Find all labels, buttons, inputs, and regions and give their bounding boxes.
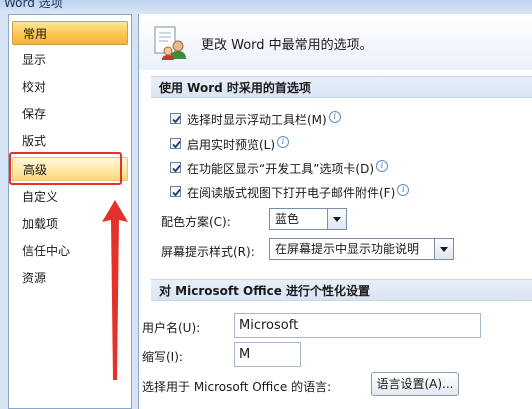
sidebar-item-common[interactable]: 常用 bbox=[12, 21, 128, 45]
window-title: Word 选项 bbox=[4, 0, 63, 10]
screentip-style-label: 屏幕提示样式(R): bbox=[161, 245, 255, 259]
initials-field[interactable]: M bbox=[234, 342, 301, 367]
annotation-highlight-box bbox=[9, 152, 122, 185]
username-label: 用户名(U): bbox=[142, 321, 201, 335]
option-developer-tab-label: 在功能区显示“开发工具”选项卡(D) bbox=[187, 162, 375, 176]
panel-header-text: 更改 Word 中最常用的选项。 bbox=[201, 38, 373, 53]
sidebar-item-display[interactable]: 显示 bbox=[12, 48, 128, 72]
info-icon: i bbox=[376, 160, 389, 172]
checkbox-live-preview[interactable] bbox=[170, 138, 181, 149]
option-live-preview[interactable]: 启用实时预览(L) i bbox=[170, 136, 290, 152]
option-email-attachments[interactable]: 在阅读版式视图下打开电子邮件附件(F) i bbox=[170, 184, 410, 200]
option-floating-toolbar-label: 选择时显示浮动工具栏(M) bbox=[187, 113, 327, 127]
language-label: 选择用于 Microsoft Office 的语言: bbox=[142, 380, 332, 394]
color-scheme-label: 配色方案(C): bbox=[161, 215, 231, 229]
language-settings-button[interactable]: 语言设置(A)... bbox=[371, 372, 459, 396]
checkbox-developer-tab[interactable] bbox=[170, 162, 181, 173]
section-header-personalize: 对 Microsoft Office 进行个性化设置 bbox=[151, 279, 532, 301]
options-main-panel: 更改 Word 中最常用的选项。 使用 Word 时采用的首选项 选择时显示浮动… bbox=[138, 14, 532, 409]
section-header-preferences: 使用 Word 时采用的首选项 bbox=[151, 76, 532, 98]
screentip-style-select[interactable]: 在屏幕提示中显示功能说明 bbox=[269, 238, 454, 260]
color-scheme-select[interactable]: 蓝色 bbox=[269, 208, 347, 230]
initials-label: 缩写(I): bbox=[142, 350, 183, 364]
chevron-down-icon[interactable] bbox=[434, 239, 453, 259]
sidebar-item-layout[interactable]: 版式 bbox=[12, 129, 128, 153]
info-icon: i bbox=[277, 136, 290, 148]
color-scheme-value: 蓝色 bbox=[275, 212, 300, 226]
checkbox-email-attachments[interactable] bbox=[170, 186, 181, 197]
option-floating-toolbar[interactable]: 选择时显示浮动工具栏(M) i bbox=[170, 111, 341, 127]
username-field[interactable]: Microsoft bbox=[234, 313, 481, 338]
panel-header: 更改 Word 中最常用的选项。 bbox=[139, 14, 532, 70]
info-icon: i bbox=[328, 111, 341, 123]
option-developer-tab[interactable]: 在功能区显示“开发工具”选项卡(D) i bbox=[170, 160, 389, 176]
option-email-attachments-label: 在阅读版式视图下打开电子邮件附件(F) bbox=[187, 186, 396, 200]
option-live-preview-label: 启用实时预览(L) bbox=[187, 138, 276, 152]
sidebar-item-save[interactable]: 保存 bbox=[12, 102, 128, 126]
sidebar-item-proofing[interactable]: 校对 bbox=[12, 75, 128, 99]
info-icon: i bbox=[397, 184, 410, 196]
chevron-down-icon[interactable] bbox=[327, 209, 346, 229]
options-page-icon bbox=[154, 26, 186, 60]
checkbox-floating-toolbar[interactable] bbox=[170, 113, 181, 124]
annotation-arrow-icon bbox=[102, 200, 128, 380]
screentip-style-value: 在屏幕提示中显示功能说明 bbox=[275, 242, 420, 256]
window-titlebar: Word 选项 bbox=[0, 0, 532, 12]
